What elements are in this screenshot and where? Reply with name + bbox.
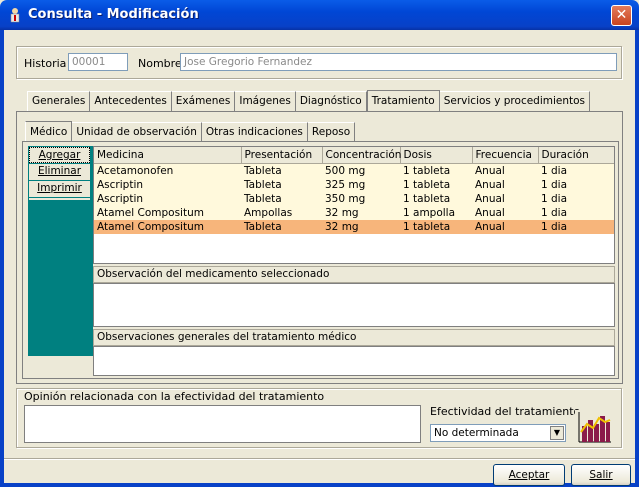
table-cell: 1 ampolla: [400, 206, 472, 220]
table-cell: 1 tableta: [400, 178, 472, 192]
table-cell: Tableta: [241, 220, 322, 234]
tab-examenes[interactable]: Exámenes: [171, 91, 236, 113]
table-cell: 1 dia: [538, 192, 614, 206]
table-cell: 32 mg: [322, 206, 400, 220]
add-button[interactable]: Agregar: [29, 147, 90, 163]
table-cell: 32 mg: [322, 220, 400, 234]
close-button[interactable]: ✕: [611, 5, 632, 26]
obs-medicamento-textarea[interactable]: [93, 283, 615, 327]
table-row[interactable]: Ascriptin Tableta 350 mg 1 tableta Anual 1 di…: [94, 192, 614, 206]
table-row[interactable]: Atamel Compositum Tableta 32 mg 1 tableta An…: [94, 220, 614, 234]
main-tabs: Generales Antecedentes Exámenes Imágenes…: [27, 89, 591, 114]
col-concentracion[interactable]: Concentración: [322, 147, 401, 164]
delete-button[interactable]: Eliminar: [29, 164, 90, 180]
obs-generales-label: Observaciones generales del tratamiento …: [93, 329, 615, 346]
table-cell: 1 tableta: [400, 220, 472, 234]
sidebar-spacer: [29, 198, 90, 200]
table-cell: 1 dia: [538, 178, 614, 192]
table-cell: Anual: [472, 220, 538, 234]
table-cell: 1 tableta: [400, 163, 472, 178]
opinion-label: Opinión relacionada con la efectividad d…: [24, 390, 325, 403]
col-medicina[interactable]: Medicina: [94, 147, 242, 164]
col-dosis[interactable]: Dosis: [400, 147, 473, 164]
col-frecuencia[interactable]: Frecuencia: [472, 147, 539, 164]
window-title: Consulta - Modificación: [28, 7, 199, 22]
table-cell: 350 mg: [322, 192, 400, 206]
window-frame-right: [635, 30, 639, 487]
obs-medicamento-label: Observación del medicamento seleccionado: [93, 266, 615, 283]
table-header: Medicina Presentación Concentración Dosi…: [94, 147, 614, 164]
table-cell: Tableta: [241, 163, 322, 178]
efectividad-select[interactable]: No determinada ▼: [430, 424, 566, 442]
historia-label: Historia: [24, 57, 67, 70]
bar-chart-icon: [575, 410, 613, 444]
table-cell: Anual: [472, 163, 538, 178]
table-cell: Ampollas: [241, 206, 322, 220]
table-cell: 1 dia: [538, 206, 614, 220]
tab-diagnostico[interactable]: Diagnóstico: [295, 91, 367, 113]
table-cell: Atamel Compositum: [94, 220, 241, 234]
efectividad-value: No determinada: [434, 427, 519, 439]
table-cell: Ascriptin: [94, 178, 241, 192]
tab-imagenes[interactable]: Imágenes: [235, 91, 296, 113]
accept-label: Aceptar: [508, 469, 550, 481]
table-row[interactable]: Acetamonofen Tableta 500 mg 1 tableta Anual 1…: [94, 163, 614, 178]
chevron-down-icon[interactable]: ▼: [550, 426, 564, 440]
nombre-field[interactable]: Jose Gregorio Fernandez: [180, 53, 617, 71]
nombre-label: Nombre: [138, 57, 182, 70]
table-cell: Anual: [472, 178, 538, 192]
table-cell: Acetamonofen: [94, 163, 241, 178]
window-frame-left: [0, 30, 4, 487]
tab-antecedentes[interactable]: Antecedentes: [90, 91, 172, 113]
table-cell: 1 dia: [538, 163, 614, 178]
col-presentacion[interactable]: Presentación: [241, 147, 323, 164]
opinion-textarea[interactable]: [24, 405, 421, 443]
table-row[interactable]: Atamel Compositum Ampollas 32 mg 1 ampolla A…: [94, 206, 614, 220]
table-cell: 325 mg: [322, 178, 400, 192]
table-cell: Tableta: [241, 178, 322, 192]
obs-generales-textarea[interactable]: [93, 346, 615, 376]
efectividad-label: Efectividad del tratamiento: [430, 405, 581, 418]
tab-servicios[interactable]: Servicios y procedimientos: [439, 91, 591, 113]
accept-button[interactable]: Aceptar: [493, 464, 565, 486]
print-button[interactable]: Imprimir: [29, 181, 90, 197]
historia-field[interactable]: 00001: [68, 53, 128, 71]
bottom-separator: [4, 458, 635, 460]
tab-generales[interactable]: Generales: [27, 91, 91, 113]
actions-sidebar: Agregar Eliminar Imprimir: [28, 146, 93, 356]
table-row[interactable]: Ascriptin Tableta 325 mg 1 tableta Anual 1 di…: [94, 178, 614, 192]
table-cell: Anual: [472, 206, 538, 220]
exit-button[interactable]: Salir: [571, 464, 631, 486]
table-cell: Tableta: [241, 192, 322, 206]
table-cell: Ascriptin: [94, 192, 241, 206]
app-icon: [8, 7, 22, 23]
table-cell: 500 mg: [322, 163, 400, 178]
table-cell: 1 tableta: [400, 192, 472, 206]
table-cell: Atamel Compositum: [94, 206, 241, 220]
table-cell: Anual: [472, 192, 538, 206]
table-cell: 1 dia: [538, 220, 614, 234]
col-duracion[interactable]: Duración: [538, 147, 614, 164]
medication-table: Medicina Presentación Concentración Dosi…: [93, 146, 615, 264]
exit-label: Salir: [589, 469, 613, 481]
